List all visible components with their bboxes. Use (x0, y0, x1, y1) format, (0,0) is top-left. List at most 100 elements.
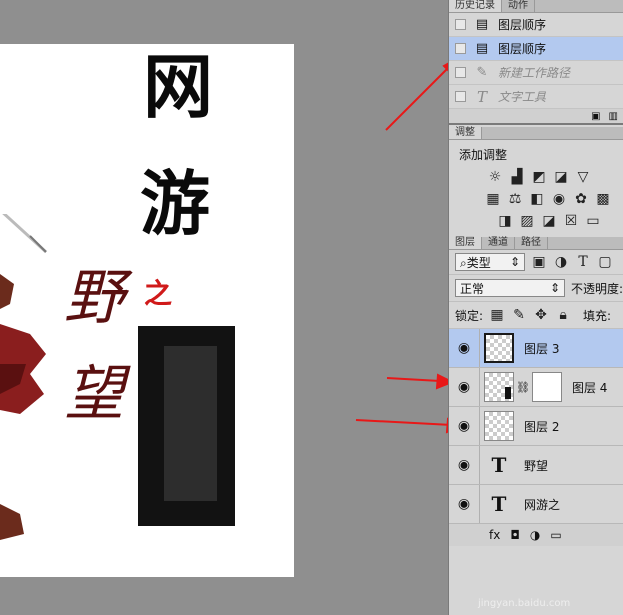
lock-paint-icon[interactable]: ✎ (511, 307, 527, 323)
vibrance-icon[interactable]: ▽ (575, 169, 591, 185)
history-item-label: 新建工作路径 (498, 66, 571, 80)
layer-row[interactable]: ◉ 图层 2 (449, 407, 623, 446)
curves-icon[interactable]: ◩ (531, 169, 547, 185)
adjustments-title: 添加调整 (459, 148, 508, 162)
history-panel-tabs: 历史记录 动作 (449, 0, 623, 13)
eye-icon[interactable]: ◉ (449, 485, 480, 523)
layer-filter-row: ⌕类型 ⇕ ▣ ◑ T ▢ (449, 250, 623, 275)
inner-rectangle (164, 346, 217, 501)
title-char-2: 游 (140, 162, 210, 245)
tab-layers[interactable]: 图层 (449, 237, 482, 249)
history-item[interactable]: ✎ 新建工作路径 (449, 61, 623, 85)
tab-paths[interactable]: 路径 (515, 237, 548, 249)
search-icon: ⌕ (460, 255, 467, 270)
layer-row[interactable]: ◉ T 网游之 (449, 485, 623, 524)
lock-label: 锁定: (455, 308, 484, 323)
chevron-down-icon: ⇕ (549, 281, 560, 295)
lock-move-icon[interactable]: ✥ (533, 307, 549, 323)
adjustments-row: ☼ ▟ ◩ ◪ ▽ (449, 165, 623, 187)
type-icon: T (476, 87, 487, 106)
canvas-area[interactable]: 网 游 之 野 望 (0, 0, 465, 615)
history-item-label: 图层顺序 (498, 42, 547, 56)
fill-label: 填充: (583, 308, 612, 323)
layer-mask-thumbnail[interactable] (531, 372, 562, 402)
watermark: jingyan.baidu.com (478, 598, 571, 609)
history-item[interactable]: ▤ 图层顺序 (449, 37, 623, 61)
layers-tabs: 图层 通道 路径 (449, 237, 623, 250)
tab-adjustments[interactable]: 调整 (449, 127, 482, 139)
document-icon: ▤ (475, 41, 489, 56)
image-filter-icon[interactable]: ▣ (531, 254, 547, 270)
tab-actions[interactable]: 动作 (502, 0, 535, 12)
layer-row[interactable]: ◉ 图层 3 (449, 329, 623, 368)
balance-icon[interactable]: ⚖ (507, 191, 523, 207)
history-checkbox[interactable] (455, 19, 466, 30)
layer-filter-select[interactable]: ⌕类型 ⇕ (455, 253, 525, 271)
levels-icon[interactable]: ▟ (509, 169, 525, 185)
trash-icon[interactable]: ▥ (609, 111, 618, 122)
layer-thumbnail (484, 372, 514, 402)
fx-icon[interactable]: fx (489, 528, 500, 542)
tab-history[interactable]: 历史记录 (449, 0, 502, 12)
history-item[interactable]: T 文字工具 (449, 85, 623, 109)
chevron-down-icon: ⇕ (509, 255, 520, 269)
history-checkbox[interactable] (455, 43, 466, 54)
history-footer: ▣ ▥ (449, 109, 623, 125)
history-item-label: 文字工具 (498, 90, 547, 104)
title-char-1: 网 (143, 45, 213, 128)
layer-thumbnail (484, 333, 514, 363)
layer-name: 图层 2 (524, 419, 560, 434)
threshold-icon[interactable]: ◪ (541, 213, 557, 229)
tab-channels[interactable]: 通道 (482, 237, 515, 249)
adjustments-row: ▦ ⚖ ◧ ◉ ✿ ▩ (449, 187, 623, 209)
adjustment-layer-icon[interactable]: ◑ (530, 528, 540, 542)
lock-all-icon[interactable]: 🔒︎ (555, 307, 571, 323)
gradient-map-icon[interactable]: ▭ (585, 213, 601, 229)
eye-icon[interactable]: ◉ (449, 446, 480, 484)
link-icon[interactable]: ⛓ (516, 381, 530, 394)
text-layer-icon: T (491, 492, 507, 516)
layers-footer: fx ◘ ◑ ▭ (449, 524, 623, 546)
posterize-icon[interactable]: ▨ (519, 213, 535, 229)
eye-icon[interactable]: ◉ (449, 368, 480, 406)
brightness-icon[interactable]: ☼ (487, 169, 503, 185)
selective-color-icon[interactable]: ☒ (563, 213, 579, 229)
layer-name: 网游之 (524, 497, 561, 512)
document-icon: ▤ (475, 17, 489, 32)
mask-icon[interactable]: ◘ (510, 528, 520, 542)
eye-icon[interactable]: ◉ (449, 329, 480, 367)
history-item[interactable]: ▤ 图层顺序 (449, 13, 623, 37)
layer-row[interactable]: ◉ ⛓ 图层 4 (449, 368, 623, 407)
lock-row: 锁定: ▦ ✎ ✥ 🔒︎ 填充: (449, 302, 623, 329)
shape-filter-icon[interactable]: ▢ (597, 254, 613, 270)
layer-name: 图层 3 (524, 341, 560, 356)
layers-list: ◉ 图层 3 ◉ ⛓ 图层 4 ◉ 图层 2 ◉ T 野望 ◉ T 网游之 (449, 329, 623, 524)
right-panels: 历史记录 动作 ▤ 图层顺序 ▤ 图层顺序 ✎ 新建工作路径 T 文字工具 ▣ … (448, 0, 623, 615)
black-white-icon[interactable]: ◧ (529, 191, 545, 207)
lock-transparent-icon[interactable]: ▦ (489, 307, 505, 323)
document-canvas[interactable]: 网 游 之 野 望 (0, 44, 294, 577)
hue-icon[interactable]: ▦ (485, 191, 501, 207)
channel-mixer-icon[interactable]: ✿ (573, 191, 589, 207)
blend-mode-select[interactable]: 正常 ⇕ (455, 279, 565, 297)
red-char-2: 望 (64, 359, 124, 429)
photo-filter-icon[interactable]: ◉ (551, 191, 567, 207)
history-checkbox[interactable] (455, 67, 466, 78)
folder-icon[interactable]: ▭ (550, 528, 561, 542)
color-lookup-icon[interactable]: ▩ (595, 191, 611, 207)
layer-row[interactable]: ◉ T 野望 (449, 446, 623, 485)
type-filter-icon[interactable]: T (575, 254, 591, 270)
layer-name: 野望 (524, 458, 549, 473)
invert-icon[interactable]: ◨ (497, 213, 513, 229)
pen-icon: ✎ (476, 65, 488, 80)
history-item-label: 图层顺序 (498, 18, 547, 32)
adjustment-filter-icon[interactable]: ◑ (553, 254, 569, 270)
eye-icon[interactable]: ◉ (449, 407, 480, 445)
adjustments-tabs: 调整 (449, 127, 623, 140)
history-checkbox[interactable] (455, 91, 466, 102)
layer-thumbnail (484, 411, 514, 441)
adjustments-row: ◨ ▨ ◪ ☒ ▭ (449, 209, 623, 231)
exposure-icon[interactable]: ◪ (553, 169, 569, 185)
new-snapshot-icon[interactable]: ▣ (591, 111, 600, 122)
warrior-image (0, 214, 48, 540)
